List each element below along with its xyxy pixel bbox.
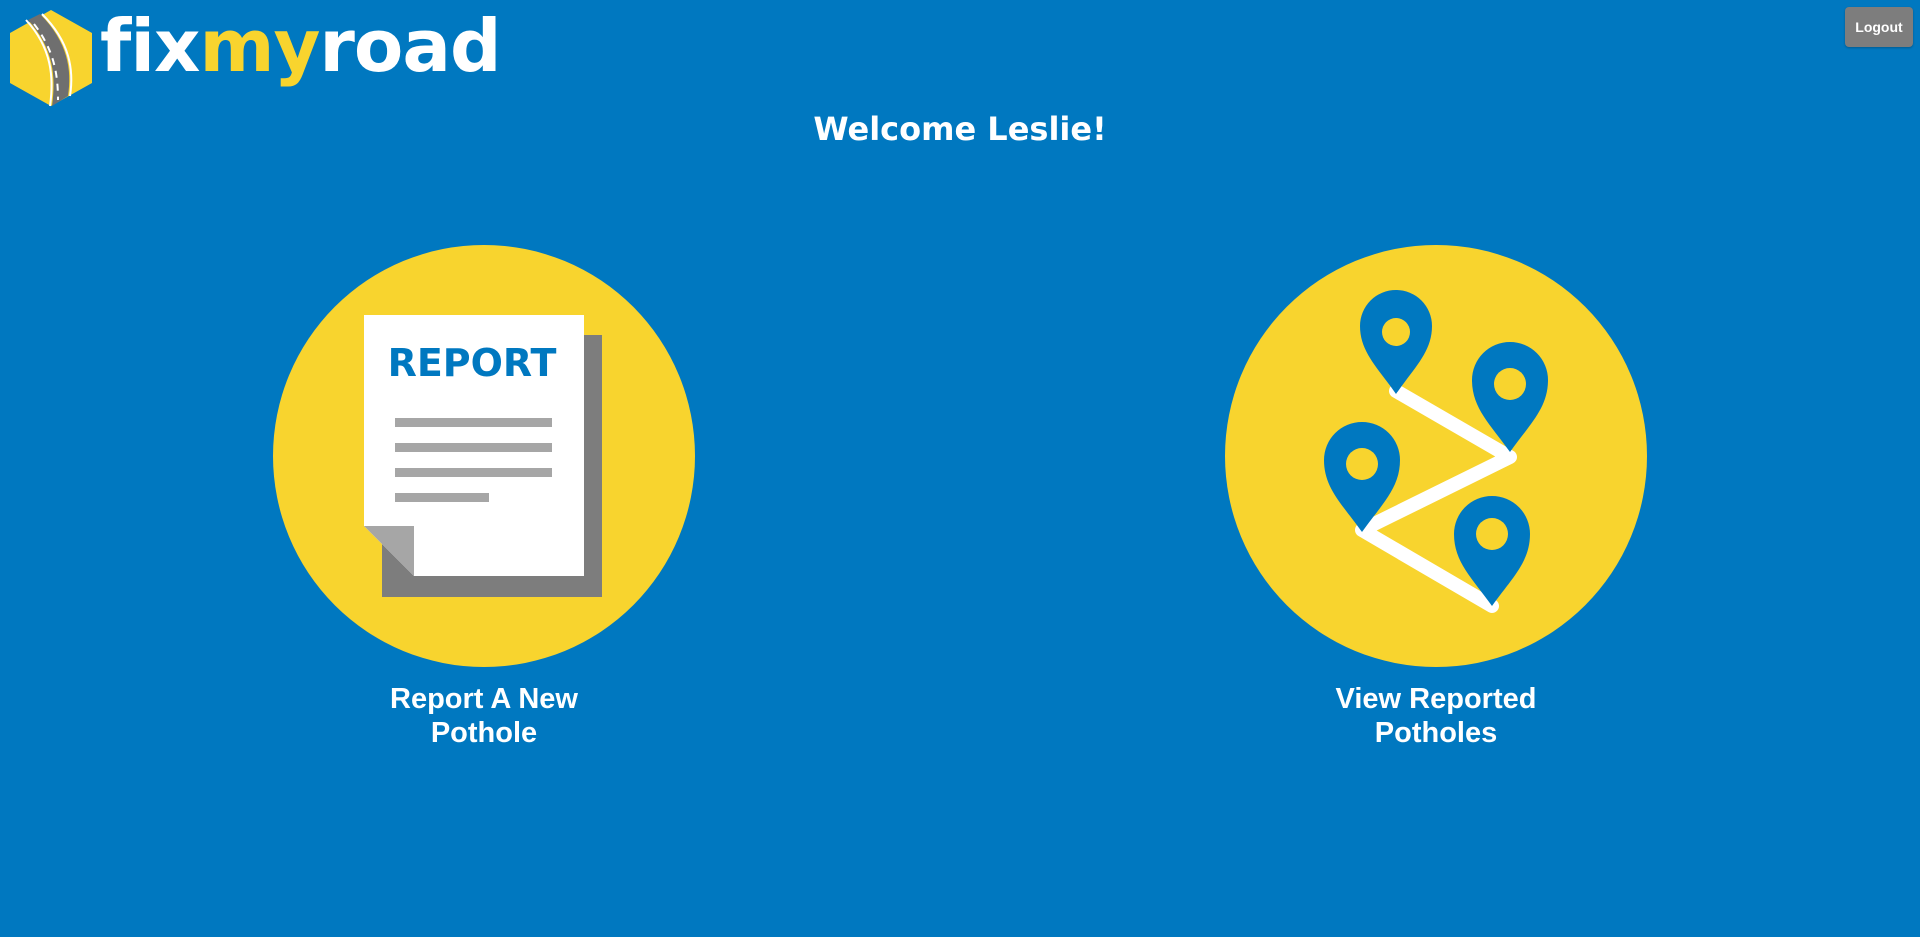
road-hexagon-icon <box>10 10 92 107</box>
logo-word-my: my <box>199 4 320 88</box>
view-reported-potholes-button[interactable]: View Reported Potholes <box>1224 244 1648 750</box>
logo-word-road: road <box>319 4 501 88</box>
welcome-heading: Welcome Leslie! <box>813 110 1107 148</box>
logo-word-fix: fix <box>100 4 200 88</box>
report-document-icon: REPORT <box>273 245 695 667</box>
logo-wordmark: fixmyroad <box>100 10 502 82</box>
logout-button[interactable]: Logout <box>1845 7 1913 47</box>
report-icon-text: REPORT <box>388 341 557 385</box>
view-reported-potholes-label: View Reported Potholes <box>1335 683 1537 749</box>
report-new-pothole-button[interactable]: REPORT Report A New Pothole <box>272 244 696 750</box>
report-new-pothole-label: Report A New Pothole <box>390 683 578 749</box>
map-pins-route-icon <box>1225 245 1647 667</box>
app-logo: fixmyroad <box>8 8 502 108</box>
